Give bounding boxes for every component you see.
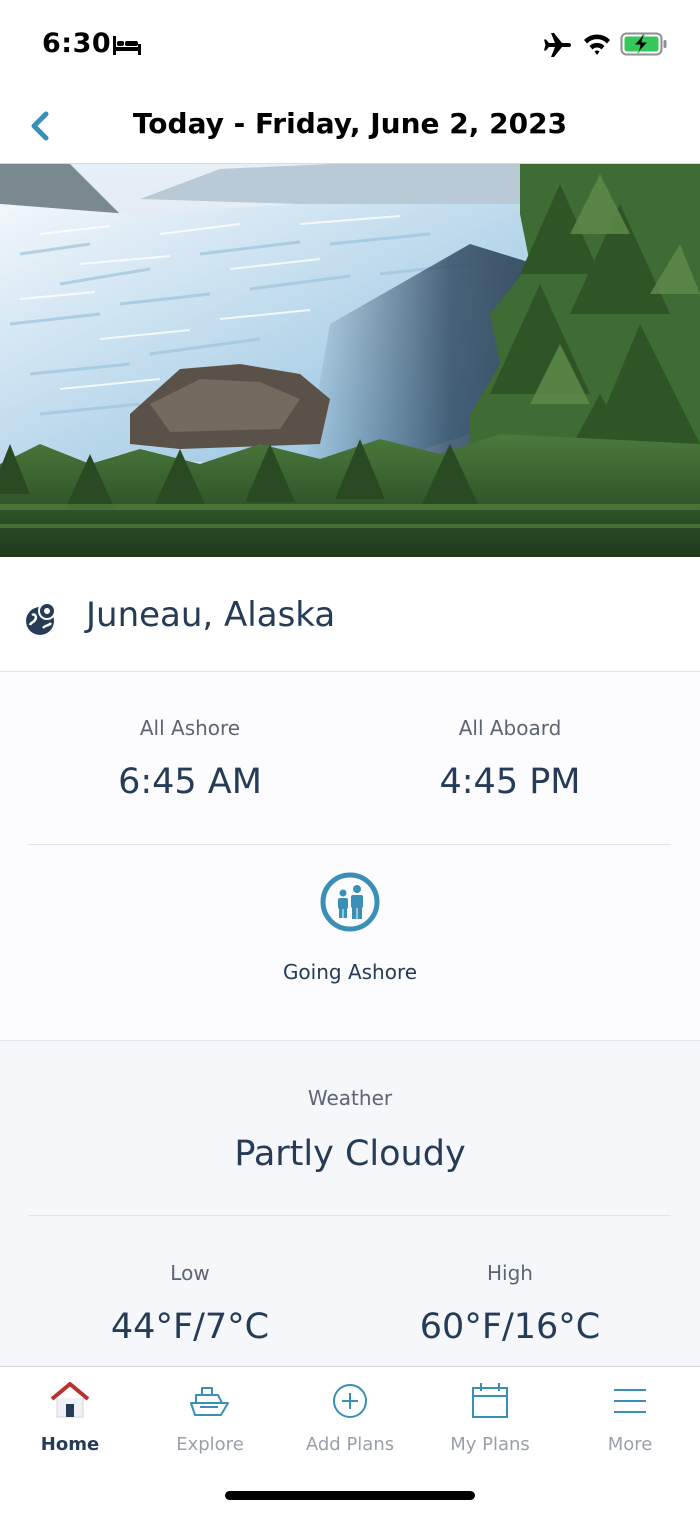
location-name: Juneau, Alaska [86,595,336,635]
going-ashore-label[interactable]: Going Ashore [0,960,700,984]
tab-label: Explore [176,1434,244,1455]
high-value: 60°F/16°C [419,1307,601,1347]
nav-bar: Today - Friday, June 2, 2023 [0,88,700,164]
all-ashore-time: 6:45 AM [118,762,262,802]
divider [28,1215,671,1216]
temperature-low: Low 44°F/7°C [30,1261,350,1347]
hero-image [0,164,700,557]
all-aboard: All Aboard 4:45 PM [350,716,670,802]
status-bar: 6:30 [0,0,700,88]
weather-section: Weather Partly Cloudy Low 44°F/7°C High … [0,1041,700,1366]
divider [28,844,671,845]
low-value: 44°F/7°C [110,1307,270,1347]
bed-icon [113,36,141,55]
calendar-icon [472,1383,508,1418]
all-ashore: All Ashore 6:45 AM [30,716,350,802]
home-icon [50,1382,90,1418]
tab-label: More [607,1434,653,1455]
globe-pin-icon [26,602,56,635]
status-time: 6:30 [42,28,112,59]
location-row: Juneau, Alaska [0,557,700,672]
temperature-high: High 60°F/16°C [350,1261,670,1347]
battery-charging-icon [620,32,667,56]
tab-explore[interactable]: Explore [140,1379,280,1469]
all-aboard-time: 4:45 PM [439,762,581,802]
family-icon[interactable] [319,871,381,933]
low-label: Low [170,1261,210,1285]
tab-home[interactable]: Home [0,1379,140,1469]
all-ashore-label: All Ashore [139,716,241,740]
tab-label: My Plans [450,1434,530,1455]
weather-label: Weather [307,1086,393,1110]
wifi-icon [584,34,610,55]
tab-more[interactable]: More [560,1379,700,1469]
glacier-photo [0,164,700,557]
menu-icon [614,1389,646,1413]
page-title: Today - Friday, June 2, 2023 [132,107,568,140]
tab-add-plans[interactable]: Add Plans [280,1379,420,1469]
ship-icon [190,1387,229,1416]
tab-label: Home [40,1434,100,1455]
weather-condition: Partly Cloudy [234,1134,466,1174]
tab-label: Add Plans [305,1434,395,1455]
plus-circle-icon [333,1384,367,1418]
home-indicator[interactable] [225,1491,475,1500]
all-aboard-label: All Aboard [458,716,562,740]
airplane-icon [544,33,571,57]
port-times: All Ashore 6:45 AM All Aboard 4:45 PM Go… [0,672,700,1041]
high-label: High [487,1261,533,1285]
tab-my-plans[interactable]: My Plans [420,1379,560,1469]
